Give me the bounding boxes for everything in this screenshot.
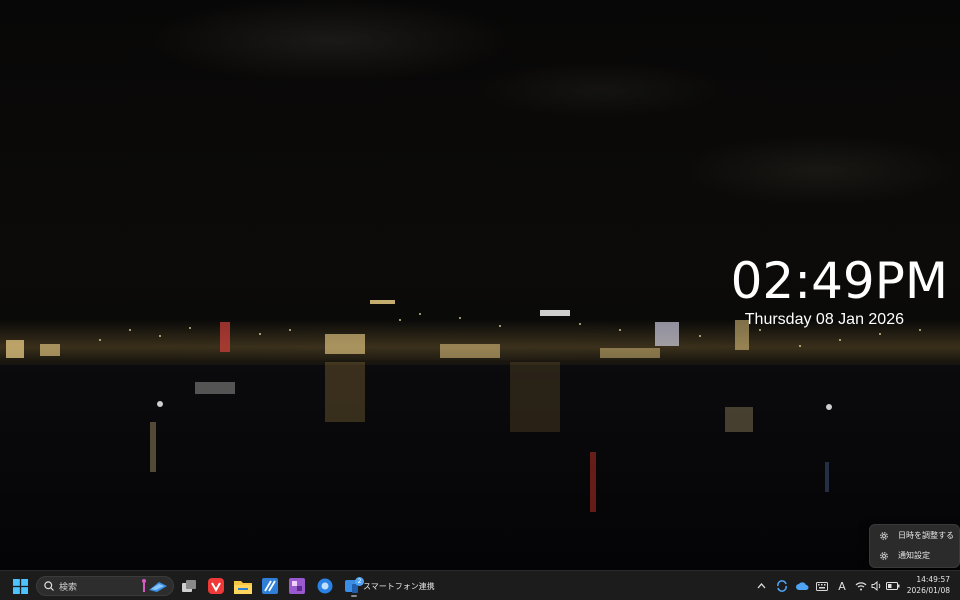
gear-icon: [880, 551, 888, 560]
taskbar-search-box[interactable]: 検索: [36, 576, 174, 596]
clock-context-menu: 日時を調整する 通知設定: [869, 524, 960, 568]
search-placeholder: 検索: [59, 583, 78, 593]
menu-item-label: 日時を調整する: [898, 531, 954, 540]
search-icon: [44, 581, 54, 591]
notification-badge: 2: [355, 577, 364, 586]
start-button[interactable]: [9, 575, 31, 597]
app-purple-button[interactable]: [286, 575, 308, 597]
clock-time: 02:49PM: [730, 252, 948, 310]
battery-icon: [886, 582, 900, 590]
show-hidden-icons-button[interactable]: [754, 578, 768, 594]
app-purple-icon: [289, 578, 305, 594]
folder-icon: [234, 580, 252, 594]
cloud-icon: [795, 582, 808, 590]
ime-mode-indicator[interactable]: A: [834, 578, 850, 594]
app-circle-button[interactable]: [314, 575, 336, 597]
gear-icon: [880, 531, 888, 540]
menu-item-label: 通知設定: [898, 551, 930, 560]
phone-link-label: スマートフォン連携: [363, 581, 435, 591]
windows-logo-icon: [12, 578, 28, 594]
taskbar: 検索 2 スマートフォン連携 A 14:49:57 2026/01/08: [0, 570, 960, 600]
taskbar-clock[interactable]: 14:49:57 2026/01/08: [907, 574, 950, 596]
menu-item-adjust-datetime[interactable]: 日時を調整する: [870, 526, 959, 545]
menu-item-notification-settings[interactable]: 通知設定: [870, 546, 959, 565]
wifi-button[interactable]: [854, 578, 868, 594]
phone-link-button[interactable]: 2 スマートフォン連携: [344, 575, 435, 597]
task-view-icon: [182, 580, 196, 592]
task-view-button[interactable]: [178, 575, 200, 597]
volume-button[interactable]: [869, 578, 883, 594]
sync-tray-button[interactable]: [774, 578, 790, 594]
taskbar-clock-time: 14:49:57: [916, 575, 950, 584]
vivaldi-button[interactable]: [205, 575, 227, 597]
search-highlight-icon: [142, 579, 167, 592]
active-indicator: [351, 595, 357, 597]
file-explorer-button[interactable]: [232, 575, 254, 597]
water-reflections: [150, 362, 832, 512]
battery-button[interactable]: [885, 578, 901, 594]
onedrive-tray-button[interactable]: [794, 578, 810, 594]
app-circle-icon: [317, 578, 333, 594]
chevron-up-icon: [757, 583, 765, 589]
taskbar-clock-date: 2026/01/08: [906, 586, 950, 595]
keyboard-tray-button[interactable]: [814, 578, 830, 594]
vivaldi-icon: [208, 578, 224, 594]
sync-icon: [777, 580, 787, 592]
keyboard-icon: [816, 581, 828, 591]
desktop-clock-widget: 02:49PM Thursday 08 Jan 2026: [731, 252, 948, 330]
clock-date: Thursday 08 Jan 2026: [744, 311, 904, 328]
speaker-icon: [871, 581, 880, 591]
app-blue-button[interactable]: [259, 575, 281, 597]
app-blue-icon: [262, 578, 278, 594]
wifi-icon: [855, 582, 867, 591]
